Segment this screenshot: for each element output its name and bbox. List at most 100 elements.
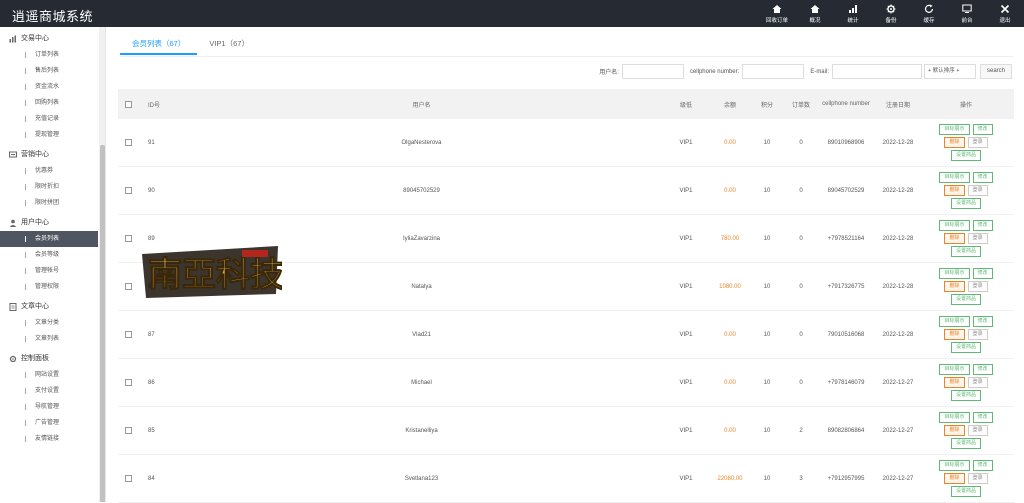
set-goods-button[interactable]: 设置商品 <box>950 390 981 401</box>
delete-button[interactable]: 删除 <box>944 281 965 292</box>
sidebar-item[interactable]: 限时折扣 <box>0 179 98 195</box>
show-target-button[interactable]: 目标展示 <box>939 460 970 471</box>
edit-button[interactable]: 修改 <box>972 124 993 135</box>
show-target-button[interactable]: 目标展示 <box>939 268 970 279</box>
sidebar-item[interactable]: 订单列表 <box>0 47 98 63</box>
login-button[interactable]: 登录 <box>967 185 988 196</box>
cell-name: Vlad21 <box>412 331 431 338</box>
set-goods-button[interactable]: 设置商品 <box>950 198 981 209</box>
show-target-button[interactable]: 目标展示 <box>939 316 970 327</box>
row-select-cell <box>118 427 138 434</box>
row-actions-line: 删除 登录 <box>944 473 988 484</box>
edit-button[interactable]: 修改 <box>972 268 993 279</box>
delete-button[interactable]: 删除 <box>944 233 965 244</box>
delete-button[interactable]: 删除 <box>944 425 965 436</box>
sidebar-item[interactable]: 充值记录 <box>0 111 98 127</box>
phone-input[interactable] <box>742 64 805 79</box>
email-input[interactable] <box>831 64 922 79</box>
sidebar-item[interactable]: 限时拼团 <box>0 195 98 211</box>
sidebar-item[interactable]: 提现管理 <box>0 127 98 143</box>
show-target-button[interactable]: 目标展示 <box>939 124 970 135</box>
sort-select[interactable]: + 默认排序 + <box>923 64 976 79</box>
row-checkbox[interactable] <box>124 331 132 338</box>
topnav-item-1[interactable]: 概况 <box>796 0 834 27</box>
sidebar-item[interactable]: 广告管理 <box>0 415 98 431</box>
sidebar-item[interactable]: 导航管理 <box>0 399 98 415</box>
sidebar-item[interactable]: 支付设置 <box>0 383 98 399</box>
row-checkbox[interactable] <box>124 283 132 290</box>
edit-button[interactable]: 修改 <box>972 220 993 231</box>
username-input[interactable] <box>621 64 684 79</box>
edit-button[interactable]: 修改 <box>972 316 993 327</box>
sidebar-group-label: 文章中心 <box>21 303 49 310</box>
show-target-button[interactable]: 目标展示 <box>939 412 970 423</box>
sidebar-item[interactable]: 管理帐号 <box>0 263 98 279</box>
sidebar-item[interactable]: 优惠券 <box>0 163 98 179</box>
sidebar-group-title[interactable]: 控制面板 <box>0 351 105 367</box>
tab-1[interactable]: VIP1（67） <box>197 33 261 55</box>
tab-0[interactable]: 会员列表（67） <box>120 33 198 55</box>
topnav-item-3[interactable]: 备份 <box>872 0 910 27</box>
row-actions-line: 删除 登录 <box>944 185 988 196</box>
delete-button[interactable]: 删除 <box>944 473 965 484</box>
edit-button[interactable]: 修改 <box>972 412 993 423</box>
sidebar-item[interactable]: 回购列表 <box>0 95 98 111</box>
sidebar-item[interactable]: 文章分类 <box>0 315 98 331</box>
topnav-item-5[interactable]: 前台 <box>948 0 986 27</box>
set-goods-button[interactable]: 设置商品 <box>950 294 981 305</box>
set-goods-button[interactable]: 设置商品 <box>950 150 981 161</box>
sidebar-item[interactable]: 资金流水 <box>0 79 98 95</box>
sidebar-item[interactable]: 友情链接 <box>0 431 98 447</box>
sidebar-group-title[interactable]: 文章中心 <box>0 299 105 315</box>
login-button[interactable]: 登录 <box>967 329 988 340</box>
row-checkbox[interactable] <box>124 187 132 194</box>
sidebar-item[interactable]: 管理权限 <box>0 279 98 295</box>
edit-button[interactable]: 修改 <box>972 460 993 471</box>
delete-button[interactable]: 删除 <box>944 377 965 388</box>
sidebar-item[interactable]: 网站设置 <box>0 367 98 383</box>
sidebar-scrollbar[interactable] <box>100 145 105 502</box>
sidebar-group-title[interactable]: 用户中心 <box>0 215 105 231</box>
table-row: 85 Kristanelliya VIP1 0.00 10 2 89082806864 202… <box>118 407 1014 455</box>
row-checkbox[interactable] <box>124 235 132 242</box>
set-goods-button[interactable]: 设置商品 <box>950 342 981 353</box>
sidebar-item[interactable]: 文章列表 <box>0 331 98 347</box>
set-goods-button[interactable]: 设置商品 <box>950 486 981 497</box>
cell-points: 10 <box>763 139 771 146</box>
cell-name: Kristanelliya <box>405 427 438 434</box>
login-button[interactable]: 登录 <box>967 425 988 436</box>
select-all-checkbox[interactable] <box>124 100 132 108</box>
topnav-item-2[interactable]: 统计 <box>834 0 872 27</box>
sidebar-group-title[interactable]: 交易中心 <box>0 31 105 47</box>
show-target-button[interactable]: 目标展示 <box>939 364 970 375</box>
login-button[interactable]: 登录 <box>967 137 988 148</box>
login-button[interactable]: 登录 <box>967 281 988 292</box>
login-button[interactable]: 登录 <box>967 473 988 484</box>
row-checkbox[interactable] <box>124 427 132 434</box>
sidebar-item[interactable]: 售后列表 <box>0 63 98 79</box>
sidebar-item[interactable]: 会员等级 <box>0 247 98 263</box>
show-target-button[interactable]: 目标展示 <box>939 220 970 231</box>
delete-button[interactable]: 删除 <box>944 137 965 148</box>
delete-button[interactable]: 删除 <box>944 329 965 340</box>
row-checkbox[interactable] <box>124 379 132 386</box>
topnav-item-0[interactable]: 回收订单 <box>758 0 796 27</box>
login-button[interactable]: 登录 <box>967 233 988 244</box>
row-checkbox[interactable] <box>124 475 132 482</box>
brand-logo-watermark: 南亞科技 <box>142 246 282 298</box>
topnav-item-6[interactable]: 退出 <box>986 0 1024 27</box>
edit-button[interactable]: 修改 <box>972 364 993 375</box>
set-goods-button[interactable]: 设置商品 <box>950 438 981 449</box>
show-target-button[interactable]: 目标展示 <box>939 172 970 183</box>
topnav-item-4[interactable]: 缓存 <box>910 0 948 27</box>
login-button[interactable]: 登录 <box>967 377 988 388</box>
cell-grade: VIP1 <box>679 139 693 146</box>
delete-button[interactable]: 删除 <box>944 185 965 196</box>
row-checkbox[interactable] <box>124 139 132 146</box>
sidebar-item[interactable]: 会员列表 <box>0 231 98 247</box>
search-button[interactable]: search <box>979 64 1012 79</box>
edit-button[interactable]: 修改 <box>972 172 993 183</box>
set-goods-button[interactable]: 设置商品 <box>950 246 981 257</box>
sidebar-group-title[interactable]: 营销中心 <box>0 147 105 163</box>
cell-date: 2022-12-28 <box>882 331 914 338</box>
